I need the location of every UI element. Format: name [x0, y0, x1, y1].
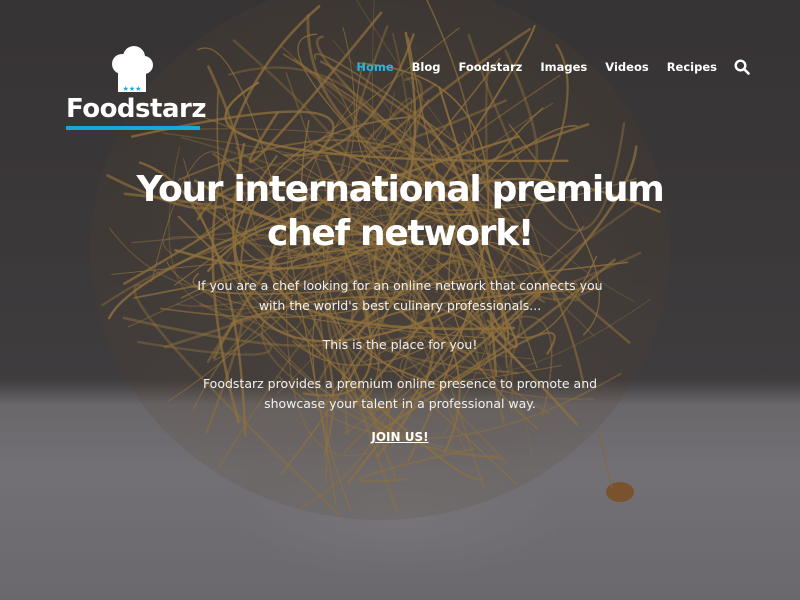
hero-section: Your international premium chef network!…: [0, 168, 800, 446]
main-navigation: Home Blog Foodstarz Images Videos Recipe…: [347, 58, 750, 76]
nav-item-foodstarz[interactable]: Foodstarz: [449, 58, 531, 76]
nav-item-home[interactable]: Home: [347, 58, 402, 76]
nav-item-videos[interactable]: Videos: [596, 58, 657, 76]
nav-item-images[interactable]: Images: [531, 58, 596, 76]
logo-underline: [66, 126, 200, 130]
hero-intro-text: If you are a chef looking for an online …: [197, 278, 603, 313]
join-us-link[interactable]: JOIN US!: [371, 430, 428, 444]
site-logo[interactable]: ★★★ Foodstarz: [64, 46, 206, 136]
nav-item-recipes[interactable]: Recipes: [658, 58, 726, 76]
svg-text:★★★: ★★★: [123, 85, 142, 93]
hero-description: Foodstarz provides a premium online pres…: [202, 376, 598, 411]
nav-item-blog[interactable]: Blog: [403, 58, 450, 76]
hero-tagline: This is the place for you!: [322, 337, 478, 352]
hero-title-line-2: chef network!: [266, 213, 534, 254]
chef-hat-icon: ★★★: [112, 46, 153, 93]
hero-title-line-1: Your international premium: [136, 169, 665, 210]
hero-title: Your international premium chef network!: [120, 168, 680, 256]
logo-wordmark: Foodstarz: [66, 94, 206, 124]
search-icon[interactable]: [734, 59, 750, 75]
